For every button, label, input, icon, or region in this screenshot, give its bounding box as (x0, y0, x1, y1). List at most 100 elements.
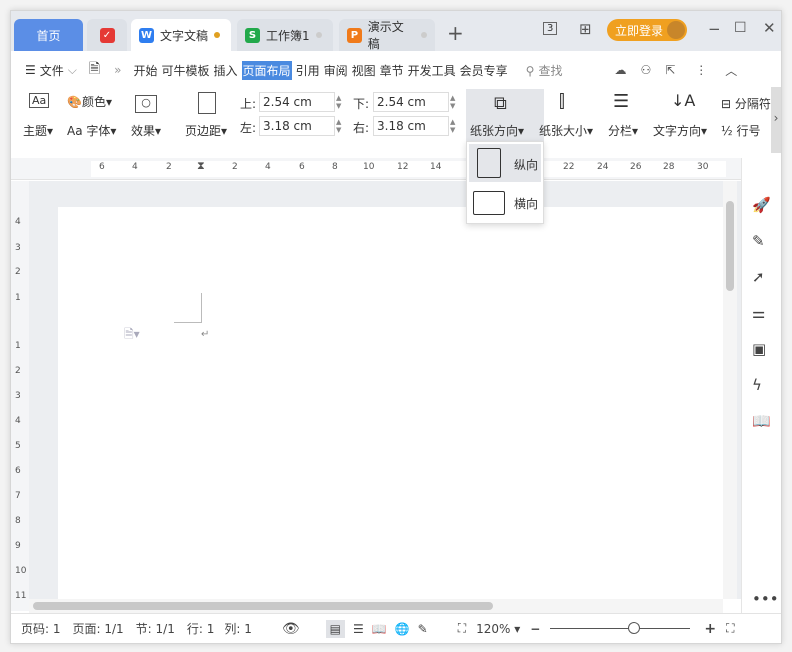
ribbon-scroll-right[interactable]: › (771, 87, 781, 153)
bottom-margin-stepper[interactable]: ▲ ▼ (450, 94, 455, 110)
theme-button[interactable]: 主题▾ (23, 122, 53, 139)
more-icon[interactable]: ⋮ (695, 63, 707, 77)
menu-start[interactable]: 开始 (134, 62, 158, 79)
menu-page-layout[interactable]: 页面布局 (241, 60, 292, 80)
horizontal-ruler[interactable]: 6 4 2 ⧗ 2 4 6 8 10 12 14 22 24 26 28 30 (11, 158, 741, 180)
menu-references[interactable]: 引用 (296, 62, 320, 79)
paragraph-menu-icon[interactable]: 🗎▾ (124, 325, 140, 346)
bottom-margin-input[interactable]: 2.54 cm (373, 92, 449, 112)
ruler-tick: 1 (15, 293, 21, 303)
new-tab-button[interactable]: + (447, 21, 464, 45)
landscape-option[interactable]: 横向 (469, 184, 541, 222)
book-search-icon[interactable]: 📖 (752, 412, 771, 430)
page-number: 页码: 1 (21, 622, 61, 636)
cloud-icon[interactable]: ☁ (614, 63, 626, 77)
close-button[interactable]: ✕ (763, 19, 776, 37)
web-view-icon[interactable]: 🌐 (395, 622, 410, 636)
fit-page-icon[interactable]: ⛶ (458, 621, 466, 636)
menu-file[interactable]: 文件 (40, 62, 64, 79)
share-user-icon[interactable]: ⚇ (640, 63, 651, 77)
edit-pen-icon[interactable]: ✎ (418, 622, 428, 636)
orientation-button[interactable]: ⧉ 纸张方向▾ (466, 89, 544, 141)
eye-protect-icon[interactable]: 👁 (282, 621, 300, 637)
fullscreen-icon[interactable]: ⛶ (726, 621, 734, 636)
export-icon[interactable]: ⇱ (665, 63, 675, 77)
top-margin-stepper[interactable]: ▲ ▼ (336, 94, 341, 110)
more-chevron-icon[interactable]: » (114, 63, 121, 77)
paper-size-button[interactable]: 纸张大小▾ (539, 122, 593, 139)
ruler-tick: 4 (15, 217, 21, 227)
zoom-out-button[interactable]: − (530, 622, 540, 636)
image-tool-icon[interactable]: ▣ (752, 340, 766, 358)
text-direction-button[interactable]: 文字方向▾ (653, 122, 707, 139)
left-margin-stepper[interactable]: ▲ ▼ (336, 118, 341, 134)
maximize-button[interactable]: ☐ (734, 20, 747, 36)
minimize-button[interactable]: − (708, 20, 721, 38)
paragraph-mark-icon: ↵ (201, 329, 210, 340)
avatar (667, 21, 685, 39)
badge-icon[interactable]: 3 (543, 22, 558, 35)
status-bar: 页码: 1 页面: 1/1 节: 1/1 行: 1 列: 1 👁 ▤ ☰ 📖 🌐… (11, 613, 781, 643)
columns-button[interactable]: 分栏▾ (608, 122, 638, 139)
vertical-scrollbar[interactable] (723, 181, 737, 599)
hamburger-icon[interactable]: ☰ (25, 63, 36, 77)
document-area: 🗎▾ ↵ (29, 181, 741, 607)
tab-writer[interactable]: W 文字文稿 (131, 19, 231, 51)
menu-member[interactable]: 会员专享 (460, 62, 508, 79)
tab-presentation[interactable]: P 演示文稿 (339, 19, 435, 51)
orientation-icon: ⧉ (494, 93, 507, 114)
menu-review[interactable]: 审阅 (324, 62, 348, 79)
collapse-ribbon-icon[interactable]: ︿ (725, 62, 737, 79)
right-margin-input[interactable]: 3.18 cm (373, 116, 449, 136)
sheet-icon: S (245, 27, 260, 43)
margin-corner-mark (174, 293, 202, 323)
menu-section[interactable]: 章节 (380, 62, 404, 79)
margins-icon (198, 92, 216, 114)
menu-developer[interactable]: 开发工具 (408, 62, 456, 79)
zoom-dropdown[interactable]: 120% ▾ (476, 622, 520, 636)
tab-pdf[interactable]: ✓ (87, 19, 127, 51)
columns-icon: ☰ (613, 91, 630, 112)
right-margin-stepper[interactable]: ▲ ▼ (450, 118, 455, 134)
page-view-icon[interactable]: ▤ (325, 619, 345, 638)
tab-spreadsheet[interactable]: S 工作簿1 (237, 19, 333, 51)
search-button[interactable]: ⚲ 查找 (526, 62, 567, 79)
effect-button[interactable]: 效果▾ (131, 122, 161, 139)
left-margin-input[interactable]: 3.18 cm (259, 116, 335, 136)
paper-size-label: 纸张大小 (539, 124, 588, 138)
login-button[interactable]: 立即登录 (607, 19, 687, 41)
zoom-in-button[interactable]: + (704, 621, 716, 637)
zoom-slider[interactable] (550, 622, 691, 634)
indent-marker[interactable]: ⧗ (197, 159, 205, 173)
rocket-icon[interactable]: 🚀 (752, 196, 771, 214)
outline-view-icon[interactable]: ☰ (353, 622, 364, 636)
line-numbers-button[interactable]: ½ 行号 (721, 122, 760, 139)
vertical-ruler[interactable]: 4 3 2 1 1 2 3 4 5 6 7 8 9 10 11 (11, 181, 29, 611)
reading-view-icon[interactable]: 📖 (372, 622, 387, 636)
tab-home[interactable]: 首页 (14, 19, 83, 51)
scroll-thumb[interactable] (33, 602, 493, 610)
breaks-button[interactable]: ⊟ 分隔符 (721, 95, 771, 112)
login-label: 立即登录 (615, 24, 664, 38)
document-page[interactable]: 🗎▾ ↵ (58, 207, 724, 607)
color-button[interactable]: 🎨颜色▾ (67, 93, 112, 110)
sliders-icon[interactable]: ⚌ (752, 304, 765, 322)
horizontal-scrollbar[interactable] (29, 599, 723, 613)
pen-icon[interactable]: ✎ (752, 232, 765, 250)
font-button[interactable]: Aa 字体▾ (67, 122, 116, 139)
unsaved-dot (421, 32, 427, 38)
lightning-icon[interactable]: ϟ (752, 376, 762, 394)
scroll-thumb[interactable] (726, 201, 734, 291)
zoom-slider-thumb[interactable] (628, 622, 641, 634)
portrait-option[interactable]: 纵向 (469, 144, 541, 182)
margins-button[interactable]: 页边距▾ (185, 122, 227, 139)
menu-templates[interactable]: 可牛模板 (162, 62, 210, 79)
text-direction-icon: ↓A (671, 91, 696, 110)
top-margin-input[interactable]: 2.54 cm (259, 92, 335, 112)
cursor-icon[interactable]: ➚ (752, 268, 765, 286)
apps-grid-icon[interactable]: ⊞ (579, 20, 592, 38)
save-icon[interactable]: 🗎 (89, 58, 100, 82)
menu-view[interactable]: 视图 (352, 62, 376, 79)
more-horizontal-icon[interactable]: ••• (752, 590, 779, 608)
menu-insert[interactable]: 插入 (214, 62, 238, 79)
